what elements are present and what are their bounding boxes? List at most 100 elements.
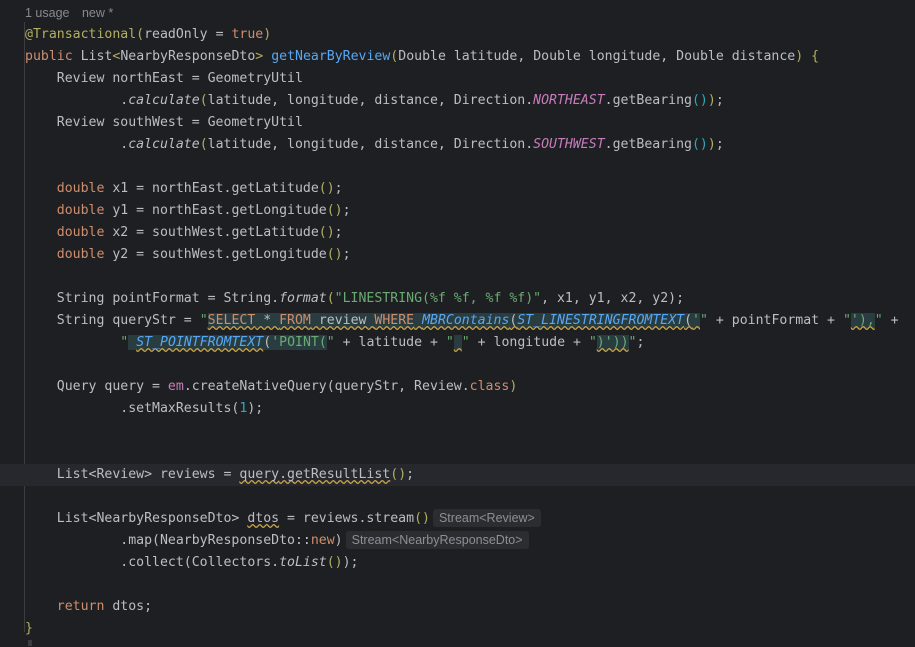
code-text: Query query = [56,379,168,394]
type-hint[interactable]: Stream<NearbyResponseDto> [345,531,529,549]
code-line: public List<NearbyResponseDto> getNearBy… [25,49,820,64]
code-text: String pointFormat = String. [56,291,280,306]
code-text: .collect(Collectors. [120,555,280,570]
code-line: List<NearbyResponseDto> dtos = reviews.s… [25,508,915,530]
code-text: List<NearbyResponseDto> [56,511,248,526]
code-text: .map(NearbyResponseDto:: [120,533,311,548]
code-text: y1 = northEast.getLongitude [104,203,327,218]
param-name: readOnly [144,27,208,42]
code-text: x1 = northEast.getLatitude [104,181,319,196]
code-editor[interactable]: @Transactional(readOnly = true) public L… [0,24,915,640]
string-literal: "LINESTRING(%f %f, %f %f)" [334,291,542,306]
code-line: .setMaxResults(1); [120,401,264,416]
keyword: double [56,247,105,262]
code-line: double y1 = northEast.getLongitude(); [56,203,351,218]
keyword: double [56,225,105,240]
current-code-line: List<Review> reviews = query.getResultLi… [0,464,915,486]
annotation: @Transactional [25,27,137,42]
field-name: em [167,379,184,394]
keyword: new [310,533,335,548]
code-text: x2 = southWest.getLatitude [104,225,319,240]
closing-brace: } [25,621,33,636]
code-text: latitude, longitude, distance, Direction… [207,93,534,108]
code-text: List<Review> reviews = [56,467,240,482]
sql-function: ST_LINESTRINGFROMTEXT [517,313,685,328]
code-line: .calculate(latitude, longitude, distance… [25,93,724,108]
sql-keyword: FROM [279,313,311,328]
code-text: + latitude + [334,335,446,350]
type-name: List [80,49,113,64]
keyword: return [56,599,105,614]
keyword: double [56,203,105,218]
code-text: .getBearing [604,137,692,152]
code-line: .calculate(latitude, longitude, distance… [25,137,724,152]
keyword: public [25,49,73,64]
method-name: calculate [128,93,200,108]
sql-text: )')) [596,335,629,350]
sql-text: review [310,313,375,328]
code-line: double y2 = southWest.getLongitude(); [56,247,351,262]
code-text: .getBearing [604,93,692,108]
code-text: .setMaxResults( [120,401,240,416]
code-text: + [882,313,899,328]
code-line: @Transactional(readOnly = true) [25,27,272,42]
sql-function: MBRContains [422,313,510,328]
cut-off-glyph [28,640,32,646]
sql-text: 'POINT( [271,335,327,350]
code-line: Query query = em.createNativeQuery(query… [56,379,518,394]
params: Double latitude, Double longitude, Doubl… [398,49,796,64]
type-hint[interactable]: Stream<Review> [432,509,541,527]
method-name: calculate [128,137,200,152]
code-text: + longitude + [469,335,589,350]
code-vision-meta: 1 usage new * [25,6,122,22]
keyword: true [231,27,264,42]
code-text: Review southWest = GeometryUtil [56,115,303,130]
keyword: double [56,181,105,196]
type-name: NearbyResponseDto [120,49,256,64]
sql-function: ST_POINTFROMTEXT [136,335,264,350]
code-text: dtos; [104,599,153,614]
code-line: double x1 = northEast.getLatitude(); [56,181,343,196]
sql-text: '), [850,313,875,328]
code-line: return dtos; [25,596,915,618]
usages-link[interactable]: 1 usage [25,6,69,20]
code-text: Review northEast = GeometryUtil [56,71,303,86]
code-line: .collect(Collectors.toList()); [120,555,359,570]
sql-text: * [255,313,280,328]
method-call: .getResultList [279,467,391,482]
sql-keyword: SELECT [207,313,256,328]
method-name: getNearByReview [271,49,391,64]
code-line: double x2 = southWest.getLatitude(); [56,225,343,240]
code-text: y2 = southWest.getLongitude [104,247,327,262]
number-literal: 1 [239,401,248,416]
variable: query [239,467,280,482]
code-line: Review southWest = GeometryUtil [25,112,915,134]
code-line: .map(NearbyResponseDto::new) Stream<Nearb… [25,530,915,552]
code-text: String queryStr = [56,313,200,328]
code-text: latitude, longitude, distance, Direction… [207,137,534,152]
sql-keyword: WHERE [374,313,415,328]
author-info[interactable]: new * [82,6,113,20]
code-line: } [25,618,915,640]
method-name: format [279,291,327,306]
keyword: class [469,379,510,394]
code-line: String queryStr = "SELECT * FROM review … [56,313,899,328]
code-line: Review northEast = GeometryUtil [25,68,915,90]
code-text: + pointFormat + [707,313,843,328]
code-text: .createNativeQuery(queryStr, Review. [183,379,470,394]
variable: dtos [247,511,280,526]
code-line: String pointFormat = String.format("LINE… [56,291,685,306]
code-line: " ST_POINTFROMTEXT('POINT(" + latitude +… [120,335,645,350]
method-name: toList [279,555,327,570]
code-text: , x1, y1, x2, y2); [541,291,685,306]
code-text: = reviews.stream [279,511,415,526]
enum-constant: NORTHEAST [533,93,605,108]
enum-constant: SOUTHWEST [533,137,605,152]
